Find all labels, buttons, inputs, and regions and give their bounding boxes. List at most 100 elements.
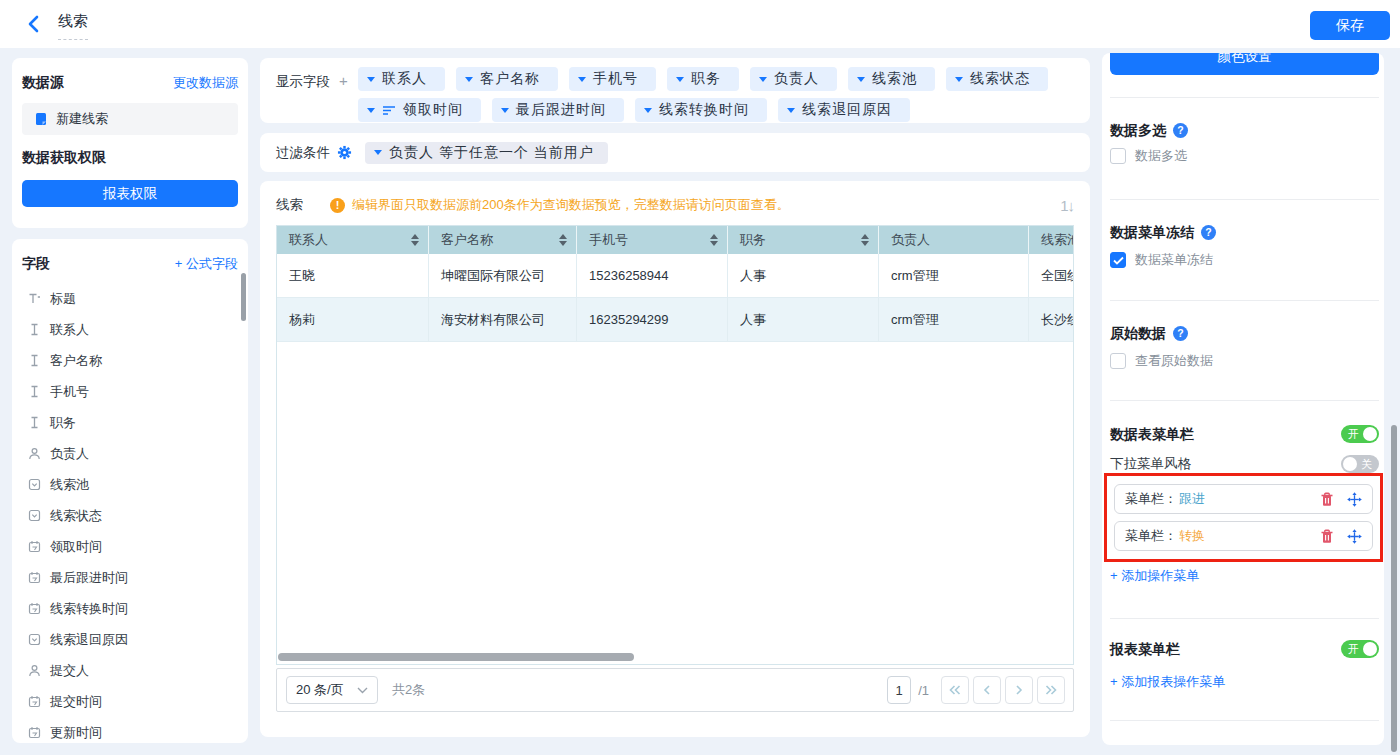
add-display-field-button[interactable]: + [339, 72, 348, 89]
calendar-icon [28, 695, 41, 708]
page-title[interactable]: 线索 [58, 12, 88, 40]
display-field-tag[interactable]: 最后跟进时间 [492, 98, 624, 122]
datasource-item[interactable]: 新建线索 [22, 103, 238, 135]
next-page-button[interactable] [1005, 676, 1033, 704]
help-icon[interactable]: ? [1173, 123, 1188, 138]
field-item[interactable]: 提交时间 [22, 686, 238, 717]
field-item[interactable]: 客户名称 [22, 345, 238, 376]
report-menubar-heading: 报表菜单栏 [1110, 641, 1180, 658]
color-settings-button[interactable]: 颜色设置 [1110, 53, 1379, 75]
field-item[interactable]: 负责人 [22, 438, 238, 469]
sort-icon[interactable] [559, 234, 567, 246]
display-field-tag[interactable]: 线索状态 [946, 67, 1048, 91]
datasource-heading: 数据源 [22, 74, 64, 92]
settings-panel: 颜色设置 数据多选 ? 数据多选 数据菜单冻结 ? 数据菜单冻结 原始数据 ? … [1102, 53, 1384, 745]
trash-icon[interactable] [1320, 529, 1334, 544]
current-page[interactable]: 1 [887, 676, 911, 704]
field-item[interactable]: 线索池 [22, 469, 238, 500]
annotation-highlight: 菜单栏： 跟进 菜单栏： 转换 [1104, 473, 1383, 562]
text-icon [28, 385, 41, 398]
add-action-menu-link[interactable]: + 添加操作菜单 [1110, 568, 1199, 583]
prev-page-button[interactable] [973, 676, 1001, 704]
multi-select-heading: 数据多选 [1110, 122, 1166, 139]
display-field-tag[interactable]: 线索转换时间 [635, 98, 767, 122]
fields-scrollbar[interactable] [241, 273, 246, 321]
display-field-tag[interactable]: 手机号 [569, 67, 656, 91]
display-field-tag[interactable]: 线索池 [848, 67, 935, 91]
column-header[interactable]: 负责人 [879, 226, 1029, 254]
menu-freeze-checkbox-label: 数据菜单冻结 [1135, 251, 1213, 269]
dropdown-style-label: 下拉菜单风格 [1110, 455, 1191, 473]
gear-icon[interactable] [337, 145, 352, 160]
menu-freeze-checkbox[interactable] [1110, 252, 1126, 268]
filter-label: 过滤条件 [276, 144, 330, 162]
select-icon [28, 633, 41, 646]
last-page-button[interactable] [1037, 676, 1065, 704]
field-item[interactable]: 手机号 [22, 376, 238, 407]
move-icon[interactable] [1347, 529, 1362, 544]
change-datasource-link[interactable]: 更改数据源 [173, 74, 238, 92]
field-item[interactable]: 线索退回原因 [22, 624, 238, 655]
field-item[interactable]: 最后跟进时间 [22, 562, 238, 593]
back-icon[interactable] [26, 15, 41, 37]
datasource-panel: 数据源 更改数据源 新建线索 数据获取权限 报表权限 [12, 58, 248, 228]
first-page-button[interactable] [941, 676, 969, 704]
report-permission-button[interactable]: 报表权限 [22, 180, 238, 207]
column-header[interactable]: 职务 [728, 226, 879, 254]
add-report-menu-link[interactable]: + 添加报表操作菜单 [1110, 674, 1225, 689]
table-row[interactable]: 杨莉 海安材料有限公司 16235294299 人事 crm管理 长沙线索 [277, 298, 1073, 342]
fields-panel: 字段 + 公式字段 标题 联系人 客户名称 手机号 职务 [12, 239, 248, 743]
chevron-down-icon [857, 77, 865, 82]
field-item[interactable]: 更新时间 [22, 717, 238, 743]
display-fields-label: 显示字段 [276, 74, 330, 89]
chevron-down-icon [787, 108, 795, 113]
panel-scrollbar[interactable] [1391, 425, 1397, 752]
table-menubar-toggle[interactable]: 开 [1341, 425, 1379, 443]
table-row[interactable]: 王晓 坤曜国际有限公司 15236258944 人事 crm管理 全国线索 [277, 254, 1073, 298]
formula-field-link[interactable]: + 公式字段 [175, 255, 238, 273]
move-icon[interactable] [1347, 492, 1362, 507]
display-field-tag[interactable]: 线索退回原因 [778, 98, 910, 122]
display-field-tag[interactable]: 领取时间 [358, 98, 481, 122]
chevron-down-icon [644, 108, 652, 113]
sort-icon[interactable] [710, 234, 718, 246]
horizontal-scrollbar[interactable] [278, 653, 634, 661]
report-menubar-toggle[interactable]: 开 [1341, 640, 1379, 658]
dropdown-style-toggle[interactable]: 关 [1341, 455, 1379, 473]
menu-item-row[interactable]: 菜单栏： 转换 [1114, 521, 1373, 551]
multi-select-checkbox[interactable] [1110, 148, 1126, 164]
field-item[interactable]: 线索转换时间 [22, 593, 238, 624]
page-size-select[interactable]: 20 条/页 [286, 676, 378, 704]
help-icon[interactable]: ? [1201, 225, 1216, 240]
display-field-tag[interactable]: 负责人 [750, 67, 837, 91]
person-icon [28, 447, 41, 460]
field-item[interactable]: 职务 [22, 407, 238, 438]
field-item[interactable]: 标题 [22, 283, 238, 314]
raw-data-checkbox[interactable] [1110, 353, 1126, 369]
save-button[interactable]: 保存 [1310, 11, 1390, 40]
field-item[interactable]: 线索状态 [22, 500, 238, 531]
display-field-tag[interactable]: 客户名称 [456, 67, 558, 91]
field-item[interactable]: 提交人 [22, 655, 238, 686]
field-item[interactable]: 领取时间 [22, 531, 238, 562]
display-field-tag[interactable]: 职务 [667, 67, 739, 91]
table-menubar-heading: 数据表菜单栏 [1110, 426, 1194, 443]
sort-icon[interactable] [411, 234, 419, 246]
trash-icon[interactable] [1320, 492, 1334, 507]
column-header[interactable]: 手机号 [577, 226, 728, 254]
fields-heading: 字段 [22, 255, 50, 273]
column-header[interactable]: 客户名称 [429, 226, 577, 254]
field-item[interactable]: 联系人 [22, 314, 238, 345]
sort-icon[interactable] [861, 234, 869, 246]
sort-order-icon[interactable]: 1↓ [1060, 197, 1074, 214]
filter-condition-tag[interactable]: 负责人 等于任意一个 当前用户 [365, 142, 608, 164]
help-icon[interactable]: ? [1173, 326, 1188, 341]
display-field-tag[interactable]: 联系人 [358, 67, 445, 91]
data-preview-panel: 线索 ! 编辑界面只取数据源前200条作为查询数据预览，完整数据请访问页面查看。… [260, 181, 1090, 737]
preview-warning: 编辑界面只取数据源前200条作为查询数据预览，完整数据请访问页面查看。 [352, 196, 790, 214]
column-header[interactable]: 联系人 [277, 226, 429, 254]
column-header[interactable]: 线索池 [1029, 226, 1074, 254]
menu-item-row[interactable]: 菜单栏： 跟进 [1114, 484, 1373, 514]
chevron-down-icon [759, 77, 767, 82]
chevron-down-icon [578, 77, 586, 82]
